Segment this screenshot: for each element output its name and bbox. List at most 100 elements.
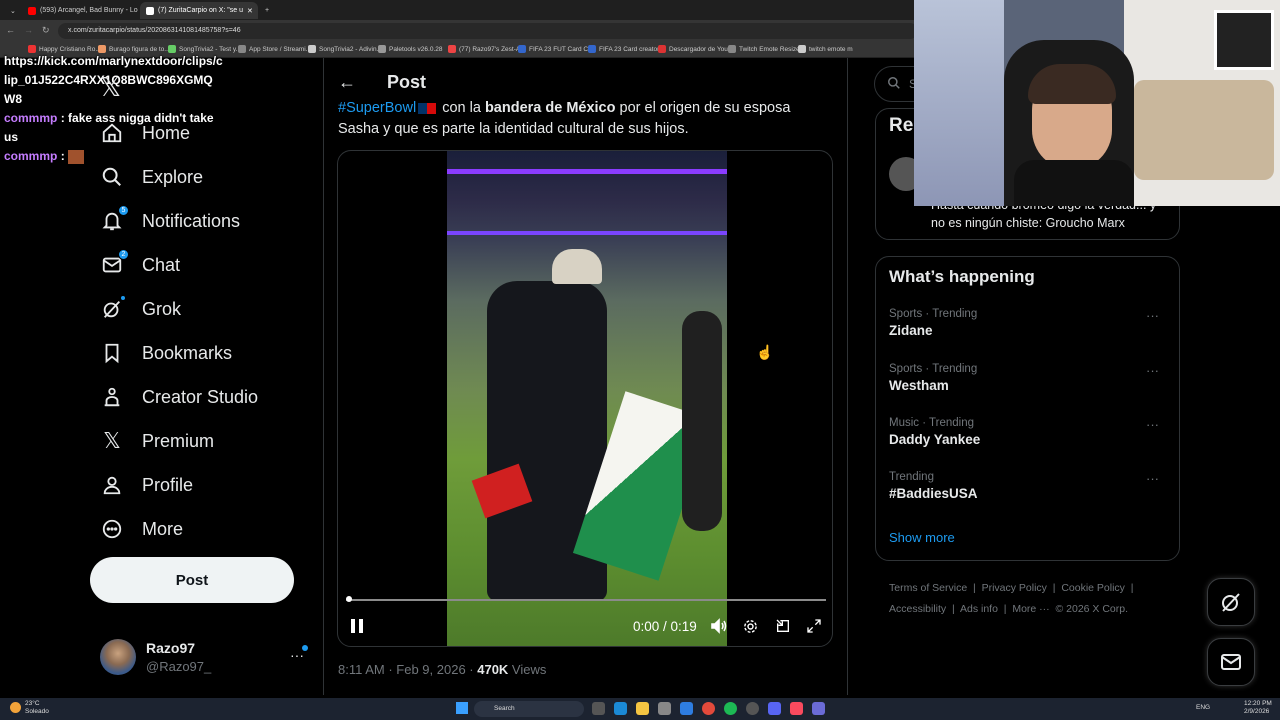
new-tab-button[interactable]: + <box>259 2 273 19</box>
trend-more-icon[interactable]: ··· <box>1146 308 1159 323</box>
picture-in-picture-icon[interactable] <box>775 616 791 636</box>
forward-icon[interactable]: → <box>24 25 33 35</box>
footer-line[interactable]: Accessibility | Ads info | More ··· © 20… <box>889 599 1179 620</box>
back-icon[interactable]: ← <box>6 25 15 35</box>
bookmark-item[interactable]: App Store / Streami... <box>238 45 311 53</box>
footer-line[interactable]: Terms of Service | Privacy Policy | Cook… <box>889 578 1179 599</box>
account-switcher[interactable]: Razo97 @Razo97_ ··· <box>100 639 310 679</box>
bookmark-label: (77) Razo97's Zest-A... <box>459 45 526 53</box>
tab-youtube[interactable]: (593) Arcangel, Bad Bunny - Lo ✕ <box>22 2 138 19</box>
obs-icon[interactable] <box>746 702 759 715</box>
app-icon[interactable] <box>812 702 825 715</box>
settings-gear-icon[interactable] <box>742 616 759 636</box>
tab-list-button[interactable]: ⌄ <box>4 2 18 19</box>
volume-icon[interactable] <box>710 616 728 636</box>
trend-category: Trending <box>889 471 934 483</box>
superbowl-hashflag-icon <box>418 102 437 114</box>
video-time: 0:00 / 0:19 <box>633 618 697 634</box>
x-logo-icon[interactable]: 𝕏 <box>100 72 121 103</box>
video-progress-bar[interactable] <box>346 599 826 601</box>
bookmark-label: FIFA 23 FUT Card Cr... <box>529 45 596 53</box>
grok-dot <box>120 295 126 301</box>
bookmark-item[interactable]: twitch emote m <box>798 45 853 53</box>
bookmark-favicon-icon <box>518 45 526 53</box>
sidebar-item-creator-studio[interactable]: Creator Studio <box>100 377 258 417</box>
trend-more-icon[interactable]: ··· <box>1146 363 1159 378</box>
windows-start-icon[interactable] <box>456 702 468 714</box>
taskbar-search-label: Search <box>494 705 515 712</box>
grok-floating-button[interactable] <box>1207 578 1255 626</box>
bookmark-item[interactable]: Paletools v26.0.28 <box>378 45 442 53</box>
store-icon[interactable] <box>658 702 671 715</box>
sidebar-item-more[interactable]: More <box>100 509 183 549</box>
bookmark-favicon-icon <box>448 45 456 53</box>
bookmark-item[interactable]: (77) Razo97's Zest-A... <box>448 45 526 53</box>
post-button[interactable]: Post <box>90 557 294 603</box>
sidebar-item-home[interactable]: Home <box>100 113 190 153</box>
show-more-link[interactable]: Show more <box>889 530 955 545</box>
trend-item[interactable]: Sports · Trending Westham ··· <box>889 363 1169 393</box>
close-icon[interactable]: ✕ <box>247 7 253 15</box>
weather-temp[interactable]: 23°C <box>25 700 40 707</box>
grok-icon <box>100 295 126 321</box>
sidebar-item-label: Notifications <box>142 210 241 231</box>
bookmark-label: Paletools v26.0.28 <box>389 45 443 53</box>
bookmark-item[interactable]: FIFA 23 FUT Card Cr... <box>518 45 595 53</box>
sidebar-item-chat[interactable]: 2 Chat <box>100 245 180 285</box>
clock-time[interactable]: 12:20 PM <box>1244 700 1272 707</box>
trend-item[interactable]: Music · Trending Daddy Yankee ··· <box>889 417 1169 447</box>
sidebar-item-notifications[interactable]: 5 Notifications <box>100 201 240 241</box>
curtain <box>914 0 1004 206</box>
fullscreen-icon[interactable] <box>806 616 822 636</box>
trend-item[interactable]: Trending #BaddiesUSA ··· <box>889 471 1169 501</box>
sidebar-item-premium[interactable]: 𝕏 Premium <box>100 421 214 461</box>
clock-date[interactable]: 2/9/2026 <box>1244 708 1269 715</box>
tab-label: (593) Arcangel, Bad Bunny - Lo <box>40 7 138 14</box>
pause-icon[interactable] <box>350 616 364 636</box>
chrome-icon[interactable] <box>702 702 715 715</box>
sidebar-item-label: Bookmarks <box>142 342 233 363</box>
streamer-shirt <box>1014 160 1134 206</box>
x-logo-icon: 𝕏 <box>103 428 121 453</box>
video-frame <box>447 151 727 646</box>
edge-icon[interactable] <box>614 702 627 715</box>
video-progress-knob[interactable] <box>346 596 352 602</box>
trend-item[interactable]: Sports · Trending Zidane ··· <box>889 308 1169 338</box>
whats-happening-card <box>875 256 1180 561</box>
mail-icon: 2 <box>100 249 129 277</box>
back-arrow-icon[interactable]: ← <box>338 72 356 93</box>
bookmark-label: Descargador de You... <box>669 45 734 53</box>
hashtag-link[interactable]: #SuperBowl <box>338 100 416 116</box>
music-app-icon[interactable] <box>790 702 803 715</box>
sidebar-item-label: Explore <box>142 166 204 187</box>
more-circle-icon <box>100 517 124 541</box>
url-field[interactable]: x.com/zuritacarpio/status/20208631410814… <box>58 23 918 39</box>
bookmark-item[interactable]: Descargador de You... <box>658 45 733 53</box>
sidebar-item-bookmarks[interactable]: Bookmarks <box>100 333 232 373</box>
reload-icon[interactable]: ↻ <box>42 25 50 36</box>
trend-more-icon[interactable]: ··· <box>1146 471 1159 486</box>
weather-desc: Soleado <box>25 708 49 715</box>
chat-username: commmp <box>4 111 58 125</box>
taskbar-search[interactable]: Search <box>474 701 584 717</box>
language-indicator[interactable]: ENG <box>1196 704 1210 711</box>
trend-more-icon[interactable]: ··· <box>1146 417 1159 432</box>
tab-x-post[interactable]: (7) ZuritaCarpio on X: "se u ✕ <box>140 2 258 19</box>
messages-floating-button[interactable] <box>1207 638 1255 686</box>
mail-app-icon[interactable] <box>680 702 693 715</box>
spotify-icon[interactable] <box>724 702 737 715</box>
bookmark-item[interactable]: Twitch Emote Resizer <box>728 45 802 53</box>
bookmark-item[interactable]: FIFA 23 Card creator... <box>588 45 664 53</box>
whats-happening-title: What’s happening <box>889 267 1035 286</box>
post-timestamp[interactable]: 8:11 AM · Feb 9, 2026 · <box>338 662 477 677</box>
sidebar-item-explore[interactable]: Explore <box>100 157 203 197</box>
footer-links: Terms of Service | Privacy Policy | Cook… <box>889 578 1179 620</box>
discord-icon[interactable] <box>768 702 781 715</box>
bookmark-label: SongTrivia2 - Adivin... <box>319 45 382 53</box>
task-view-icon[interactable] <box>592 702 605 715</box>
video-player[interactable]: 0:00 / 0:19 <box>337 150 833 647</box>
bookmark-item[interactable]: SongTrivia2 - Adivin... <box>308 45 382 53</box>
file-explorer-icon[interactable] <box>636 702 649 715</box>
sidebar-item-profile[interactable]: Profile <box>100 465 193 505</box>
sidebar-item-grok[interactable]: Grok <box>100 289 181 329</box>
